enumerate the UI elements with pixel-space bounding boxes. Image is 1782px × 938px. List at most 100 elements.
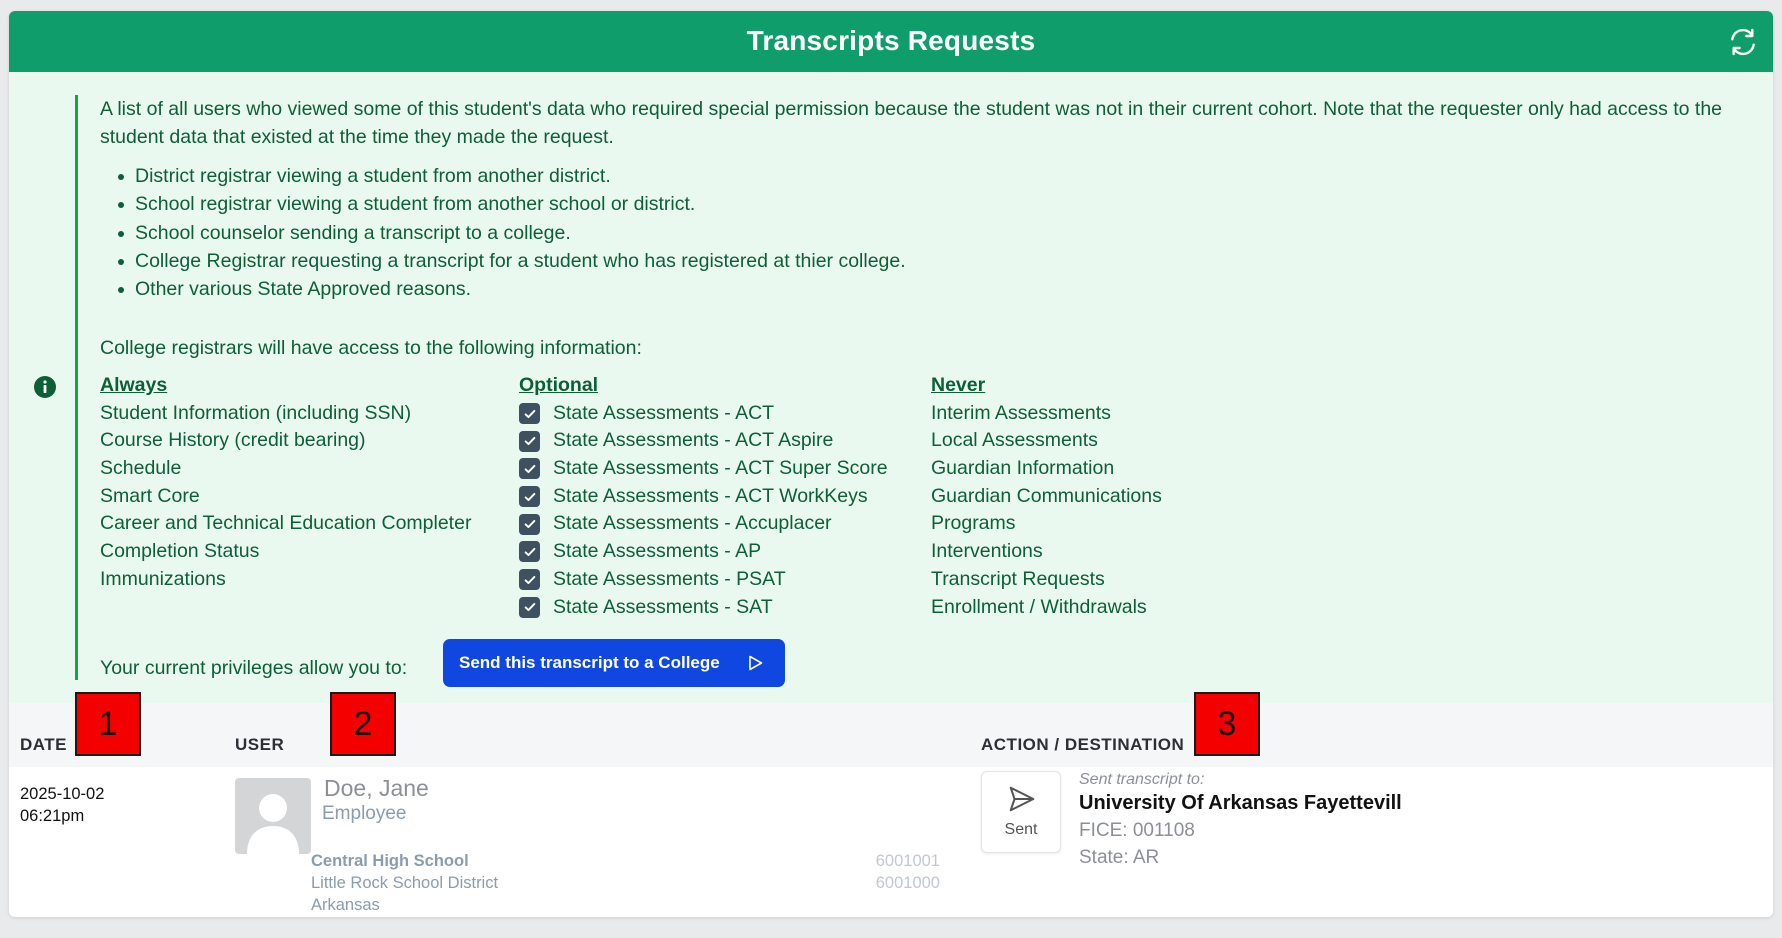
optional-item: State Assessments - SAT — [519, 594, 888, 622]
always-column: Always Student Information (including SS… — [100, 372, 471, 594]
never-item: Local Assessments — [931, 429, 1098, 452]
always-item: Course History (credit bearing) — [100, 429, 366, 452]
optional-item-label: State Assessments - ACT Super Score — [553, 457, 888, 480]
info-intro-text: A list of all users who viewed some of t… — [100, 98, 1723, 148]
optional-item-label: State Assessments - ACT WorkKeys — [553, 484, 868, 507]
optional-item: State Assessments - PSAT — [519, 566, 888, 594]
table-row: 2025-10-02 06:21pm Doe, Jane Employee Ce… — [9, 767, 1773, 917]
reason-item: School registrar viewing a student from … — [118, 190, 906, 218]
request-time: 06:21pm — [20, 807, 85, 825]
info-callout: A list of all users who viewed some of t… — [9, 72, 1773, 703]
optional-checkbox[interactable] — [519, 430, 540, 452]
send-icon — [1009, 786, 1035, 812]
annotation-marker: 1 — [75, 692, 141, 756]
annotation-marker: 3 — [1194, 692, 1260, 756]
optional-item-label: State Assessments - SAT — [553, 595, 773, 618]
always-item: Immunizations — [100, 567, 226, 590]
play-icon — [749, 655, 763, 671]
user-school-info: Central High School Little Rock School D… — [311, 850, 498, 916]
optional-item-label: State Assessments - AP — [553, 540, 762, 563]
school-code: 6001001 — [875, 852, 940, 870]
always-item: Schedule — [100, 457, 182, 480]
request-date-cell: 2025-10-02 06:21pm — [20, 783, 104, 827]
optional-heading: Optional — [519, 374, 599, 396]
optional-item-label: State Assessments - Accuplacer — [553, 512, 832, 535]
optional-item: State Assessments - ACT Super Score — [519, 455, 888, 483]
optional-item-label: State Assessments - ACT Aspire — [553, 429, 834, 452]
send-transcript-button[interactable]: Send this transcript to a College — [443, 639, 785, 687]
never-item: Interventions — [931, 540, 1043, 563]
always-item: Career and Technical Education Completer — [100, 512, 472, 535]
optional-item: State Assessments - AP — [519, 538, 888, 566]
never-item: Guardian Communications — [931, 484, 1162, 507]
state-name: Arkansas — [311, 896, 380, 914]
optional-checkbox[interactable] — [519, 513, 540, 535]
user-silhouette-icon — [247, 794, 299, 854]
callout-border — [75, 95, 78, 680]
school-name: Central High School — [311, 852, 469, 870]
optional-item-label: State Assessments - PSAT — [553, 567, 786, 590]
optional-checkbox[interactable] — [519, 541, 540, 563]
column-header-date: DATE — [20, 735, 68, 754]
checkmark-icon — [524, 409, 535, 418]
avatar — [235, 778, 311, 854]
sent-status-badge: Sent — [981, 771, 1061, 853]
access-lead-text: College registrars will have access to t… — [100, 337, 642, 359]
optional-item: State Assessments - Accuplacer — [519, 510, 888, 538]
never-column: Never Interim Assessments Local Assessme… — [931, 372, 1162, 621]
district-name: Little Rock School District — [311, 874, 499, 892]
user-name: Doe, Jane — [324, 775, 429, 801]
destination-fice: FICE: 001108 — [1079, 820, 1195, 841]
always-item: Completion Status — [100, 540, 260, 563]
never-item: Transcript Requests — [931, 567, 1105, 590]
checkmark-icon — [524, 520, 535, 529]
checkmark-icon — [524, 492, 535, 501]
checkmark-icon — [524, 437, 535, 446]
request-date: 2025-10-02 — [20, 785, 105, 803]
checkmark-icon — [524, 603, 535, 612]
destination-name: University Of Arkansas Fayettevill — [1079, 792, 1402, 814]
optional-item: State Assessments - ACT WorkKeys — [519, 483, 888, 511]
destination-state: State: AR — [1079, 847, 1160, 868]
checkmark-icon — [524, 464, 535, 473]
never-heading: Never — [931, 374, 986, 396]
district-code: 6001000 — [875, 874, 940, 892]
always-heading: Always — [100, 374, 168, 396]
optional-checkbox[interactable] — [519, 596, 540, 618]
school-codes: 6001001 6001000 — [864, 850, 940, 894]
column-header-user: USER — [235, 735, 285, 754]
checkmark-icon — [524, 575, 535, 584]
annotation-marker: 2 — [330, 692, 396, 756]
panel-title: Transcripts Requests — [746, 25, 1036, 56]
never-item: Guardian Information — [931, 457, 1115, 480]
refresh-button[interactable] — [1725, 24, 1761, 60]
optional-item: State Assessments - ACT Aspire — [519, 427, 888, 455]
reason-item: District registrar viewing a student fro… — [118, 162, 906, 190]
optional-checkbox[interactable] — [519, 403, 540, 425]
panel-header: Transcripts Requests — [9, 11, 1773, 72]
reasons-list: District registrar viewing a student fro… — [118, 162, 906, 303]
column-header-action: ACTION / DESTINATION — [981, 735, 1185, 754]
always-item: Smart Core — [100, 484, 200, 507]
table-header: DATE USER ACTION / DESTINATION — [9, 703, 1773, 767]
transcripts-panel: Transcripts Requests A list of all users… — [9, 11, 1773, 917]
send-transcript-button-label: Send this transcript to a College — [459, 653, 720, 672]
destination-caption: Sent transcript to: — [1079, 771, 1205, 788]
optional-item-label: State Assessments - ACT — [553, 401, 775, 424]
optional-checkbox[interactable] — [519, 458, 540, 480]
reason-item: Other various State Approved reasons. — [118, 275, 906, 303]
user-role: Employee — [322, 803, 407, 824]
sent-label: Sent — [1004, 821, 1038, 838]
never-item: Enrollment / Withdrawals — [931, 595, 1147, 618]
optional-checkbox[interactable] — [519, 486, 540, 508]
reason-item: School counselor sending a transcript to… — [118, 219, 906, 247]
reason-item: College Registrar requesting a transcrip… — [118, 247, 906, 275]
optional-item: State Assessments - ACT — [519, 400, 888, 428]
always-item: Student Information (including SSN) — [100, 401, 412, 424]
info-icon — [34, 376, 56, 398]
checkmark-icon — [524, 547, 535, 556]
optional-column: Optional State Assessments - ACT State A… — [519, 372, 888, 621]
optional-checkbox[interactable] — [519, 569, 540, 591]
never-item: Programs — [931, 512, 1016, 535]
refresh-icon — [1731, 28, 1755, 56]
